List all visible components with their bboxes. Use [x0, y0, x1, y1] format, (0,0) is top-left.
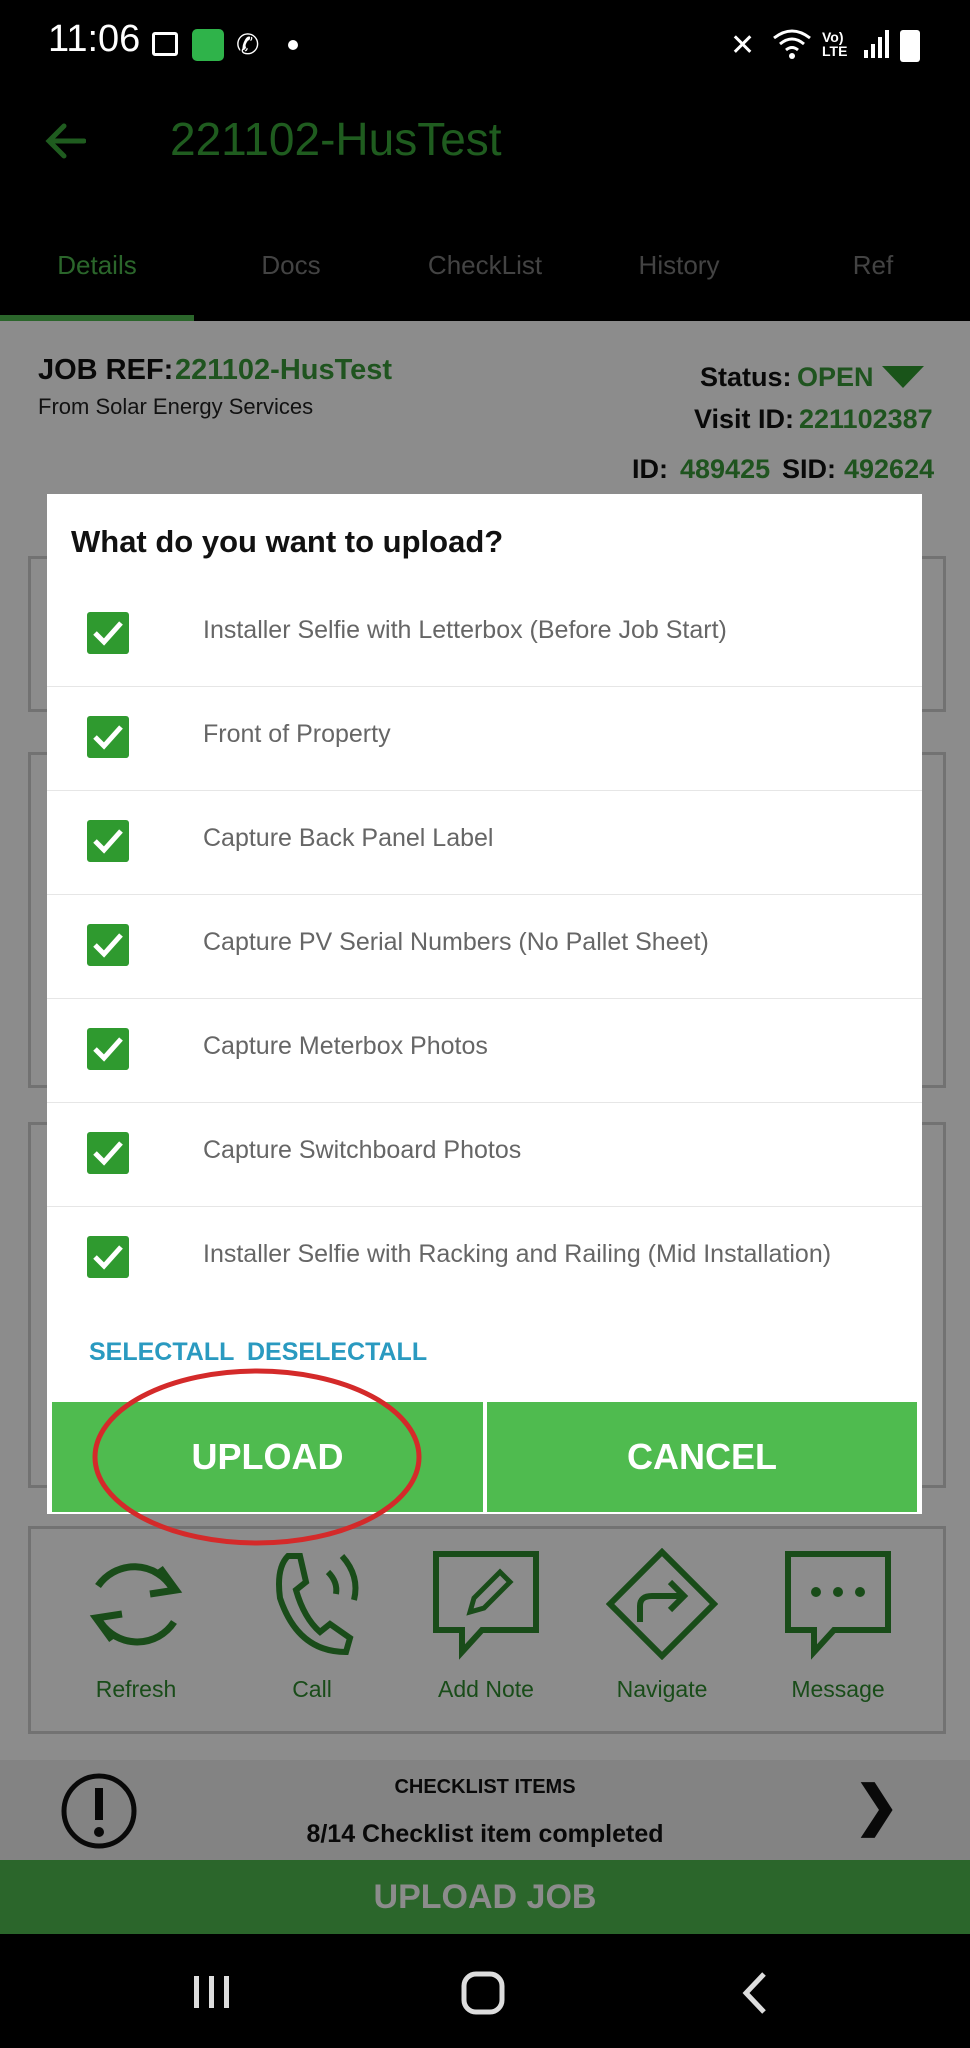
missed-call-icon: ✆: [236, 29, 260, 60]
list-item[interactable]: Capture PV Serial Numbers (No Pallet She…: [47, 894, 922, 999]
item-label: Capture PV Serial Numbers (No Pallet She…: [203, 928, 709, 956]
checkbox[interactable]: [87, 1132, 129, 1174]
mute-icon: ✕: [730, 29, 756, 62]
volte-icon: Vo) LTE: [822, 29, 848, 59]
dot-icon: [288, 40, 298, 50]
checkbox[interactable]: [87, 924, 129, 966]
item-label: Installer Selfie with Letterbox (Before …: [203, 616, 727, 644]
signal-icon: [864, 30, 889, 58]
home-icon[interactable]: [460, 1970, 506, 2016]
list-item[interactable]: Capture Switchboard Photos: [47, 1102, 922, 1207]
item-label: Front of Property: [203, 720, 391, 748]
checkmark-icon: [93, 1037, 123, 1062]
status-time: 11:06: [48, 18, 141, 60]
highlight-ellipse: [92, 1368, 422, 1546]
wifi-icon: [773, 29, 811, 59]
checkmark-icon: [93, 1141, 123, 1166]
upload-dialog: What do you want to upload? Installer Se…: [47, 494, 922, 1514]
back-icon[interactable]: [738, 1970, 770, 2016]
status-bar: 11:06 ✆ ✕ Vo) LTE: [0, 0, 970, 77]
checkbox[interactable]: [87, 716, 129, 758]
item-label: Installer Selfie with Racking and Railin…: [203, 1240, 832, 1268]
deselect-all-link[interactable]: DESELECTALL: [247, 1338, 427, 1367]
checkbox[interactable]: [87, 612, 129, 654]
list-item[interactable]: Front of Property: [47, 686, 922, 791]
dialog-title: What do you want to upload?: [71, 524, 504, 559]
item-label: Capture Back Panel Label: [203, 824, 494, 852]
item-label: Capture Switchboard Photos: [203, 1136, 522, 1164]
battery-icon: [900, 30, 920, 62]
checkbox[interactable]: [87, 820, 129, 862]
select-all-link[interactable]: SELECTALL: [89, 1338, 234, 1367]
g-app-icon: [192, 29, 224, 61]
gallery-icon: [152, 32, 178, 56]
checkmark-icon: [93, 933, 123, 958]
list-item[interactable]: Capture Back Panel Label: [47, 790, 922, 895]
recents-icon[interactable]: [190, 1972, 234, 2012]
checkmark-icon: [93, 829, 123, 854]
list-item[interactable]: Installer Selfie with Racking and Railin…: [47, 1206, 922, 1310]
checkbox[interactable]: [87, 1028, 129, 1070]
cancel-button[interactable]: CANCEL: [487, 1402, 917, 1512]
checkmark-icon: [93, 621, 123, 646]
list-item[interactable]: Installer Selfie with Letterbox (Before …: [47, 582, 922, 687]
checkmark-icon: [93, 1245, 123, 1270]
checkbox[interactable]: [87, 1236, 129, 1278]
list-item[interactable]: Capture Meterbox Photos: [47, 998, 922, 1103]
item-label: Capture Meterbox Photos: [203, 1032, 488, 1060]
checkmark-icon: [93, 725, 123, 750]
